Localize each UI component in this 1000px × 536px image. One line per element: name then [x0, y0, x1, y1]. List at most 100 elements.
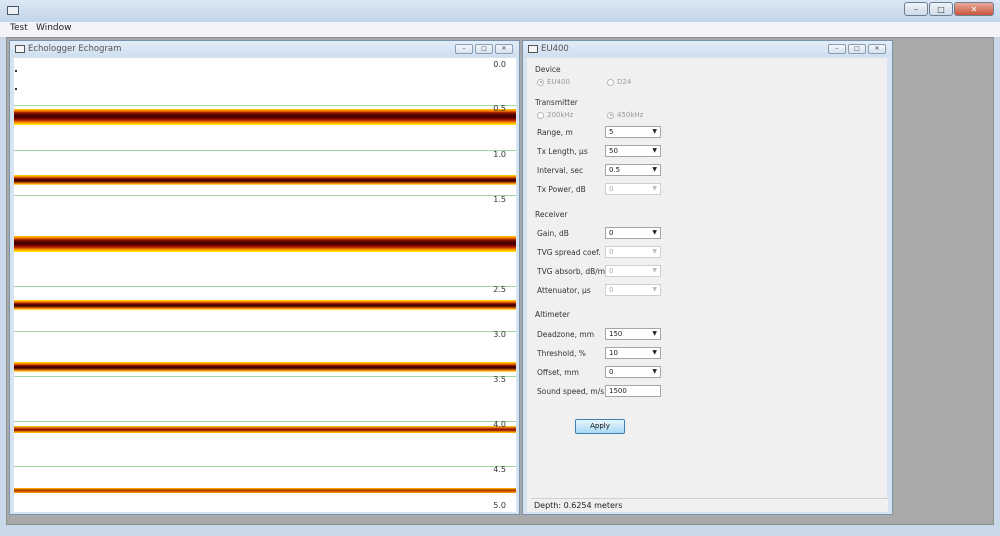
gain-select[interactable]: 0 ▼: [605, 227, 661, 239]
dropdown-arrow-icon: ▼: [652, 229, 657, 236]
apply-button[interactable]: Apply: [575, 419, 625, 434]
range-select[interactable]: 5 ▼: [605, 126, 661, 138]
radio-dot: [607, 78, 614, 86]
sound-speed-input[interactable]: 1500: [605, 385, 661, 397]
depth-gridline: [14, 331, 516, 332]
echogram-window-controls: – □ ✕: [453, 44, 513, 54]
altimeter-group-label: Altimeter: [535, 310, 570, 319]
maximize-button[interactable]: □: [929, 2, 953, 16]
echogram-plot[interactable]: 0.0 0.5 1.0 1.5 2.5 3.0 3.5 4.0 4.5 5.0: [14, 58, 516, 512]
dropdown-arrow-icon: ▼: [652, 349, 657, 356]
echo-band: [14, 109, 516, 125]
attenuator-value: 0: [609, 286, 614, 294]
radio-dot: [537, 111, 544, 119]
offset-select[interactable]: 0 ▼: [605, 366, 661, 378]
echogram-maximize-button[interactable]: □: [475, 44, 493, 54]
tvg-absorb-select[interactable]: 0 ▼: [605, 265, 661, 277]
minimize-button[interactable]: –: [904, 2, 928, 16]
radio-label: EU400: [547, 78, 570, 86]
threshold-label: Threshold, %: [537, 349, 586, 358]
menu-test[interactable]: Test: [10, 23, 28, 33]
depth-label: 3.5: [493, 375, 506, 384]
attenuator-select[interactable]: 0 ▼: [605, 284, 661, 296]
radio-label: D24: [617, 78, 632, 86]
device-radio-d24[interactable]: D24: [607, 78, 631, 86]
device-group-label: Device: [535, 65, 561, 74]
depth-label: 2.5: [493, 285, 506, 294]
gain-value: 0: [609, 229, 614, 237]
tx-length-label: Tx Length, µs: [537, 147, 588, 156]
range-value: 5: [609, 128, 614, 136]
depth-label: 1.5: [493, 195, 506, 204]
main-title-bar: – □ ✕: [0, 0, 1000, 22]
echo-band: [14, 300, 516, 310]
deadzone-label: Deadzone, mm: [537, 330, 595, 339]
threshold-select[interactable]: 10 ▼: [605, 347, 661, 359]
tvg-spread-select[interactable]: 0 ▼: [605, 246, 661, 258]
radio-label: 200kHz: [547, 111, 574, 119]
tx-length-select[interactable]: 50 ▼: [605, 145, 661, 157]
depth-label: 5.0: [493, 501, 506, 510]
freq-radio-200khz[interactable]: 200kHz: [537, 111, 573, 119]
echogram-title-bar[interactable]: Echologger Echogram – □ ✕: [10, 41, 519, 57]
tx-length-value: 50: [609, 147, 618, 155]
dropdown-arrow-icon: ▼: [652, 286, 657, 293]
echo-band: [14, 488, 516, 493]
transmitter-group-label: Transmitter: [535, 98, 578, 107]
eu400-window: EU400 – □ ✕ Device EU400 D24 Transmitter…: [522, 40, 893, 515]
echo-band: [14, 362, 516, 372]
dropdown-arrow-icon: ▼: [652, 248, 657, 255]
echogram-title: Echologger Echogram: [28, 44, 122, 54]
receiver-group-label: Receiver: [535, 210, 568, 219]
close-button[interactable]: ✕: [954, 2, 994, 16]
depth-gridline: [14, 150, 516, 151]
tx-power-value: 0: [609, 185, 614, 193]
tx-power-select[interactable]: 0 ▼: [605, 183, 661, 195]
radio-dot: [607, 111, 614, 119]
dropdown-arrow-icon: ▼: [652, 267, 657, 274]
interval-select[interactable]: 0.5 ▼: [605, 164, 661, 176]
radio-dot: [537, 78, 544, 86]
menu-bar: Test Window: [0, 22, 1000, 38]
eu400-close-button[interactable]: ✕: [868, 44, 886, 54]
echogram-minimize-button[interactable]: –: [455, 44, 473, 54]
depth-gridline: [14, 286, 516, 287]
interval-label: Interval, sec: [537, 166, 584, 175]
window-icon: [15, 45, 25, 53]
echo-speck: [15, 70, 17, 72]
deadzone-value: 150: [609, 330, 623, 338]
freq-radio-450khz[interactable]: 450kHz: [607, 111, 643, 119]
eu400-window-controls: – □ ✕: [826, 44, 886, 54]
echogram-close-button[interactable]: ✕: [495, 44, 513, 54]
main-window-controls: – □ ✕: [903, 2, 994, 16]
depth-gridline: [14, 195, 516, 196]
sound-speed-label: Sound speed, m/s: [537, 387, 605, 396]
depth-label: 0.0: [493, 60, 506, 69]
eu400-title: EU400: [541, 44, 569, 54]
menu-window[interactable]: Window: [36, 23, 72, 33]
eu400-minimize-button[interactable]: –: [828, 44, 846, 54]
echo-band: [14, 175, 516, 185]
depth-gridline: [14, 376, 516, 377]
echo-band: [14, 236, 516, 252]
depth-gridline: [14, 105, 516, 106]
tx-power-label: Tx Power, dB: [537, 185, 586, 194]
depth-label: 4.5: [493, 465, 506, 474]
dropdown-arrow-icon: ▼: [652, 330, 657, 337]
eu400-title-bar[interactable]: EU400 – □ ✕: [523, 41, 892, 57]
offset-value: 0: [609, 368, 614, 376]
radio-label: 450kHz: [617, 111, 644, 119]
range-label: Range, m: [537, 128, 573, 137]
window-icon: [528, 45, 538, 53]
eu400-maximize-button[interactable]: □: [848, 44, 866, 54]
tvg-spread-value: 0: [609, 248, 614, 256]
settings-panel: Device EU400 D24 Transmitter 200kHz 450k…: [527, 58, 891, 512]
dropdown-arrow-icon: ▼: [652, 166, 657, 173]
deadzone-select[interactable]: 150 ▼: [605, 328, 661, 340]
dropdown-arrow-icon: ▼: [652, 128, 657, 135]
interval-value: 0.5: [609, 166, 621, 174]
device-radio-eu400[interactable]: EU400: [537, 78, 570, 86]
depth-label: 4.0: [493, 420, 506, 429]
status-bar: Depth: 0.6254 meters: [531, 498, 891, 512]
echogram-window: Echologger Echogram – □ ✕ 0.0 0.5 1.0 1.…: [9, 40, 520, 515]
